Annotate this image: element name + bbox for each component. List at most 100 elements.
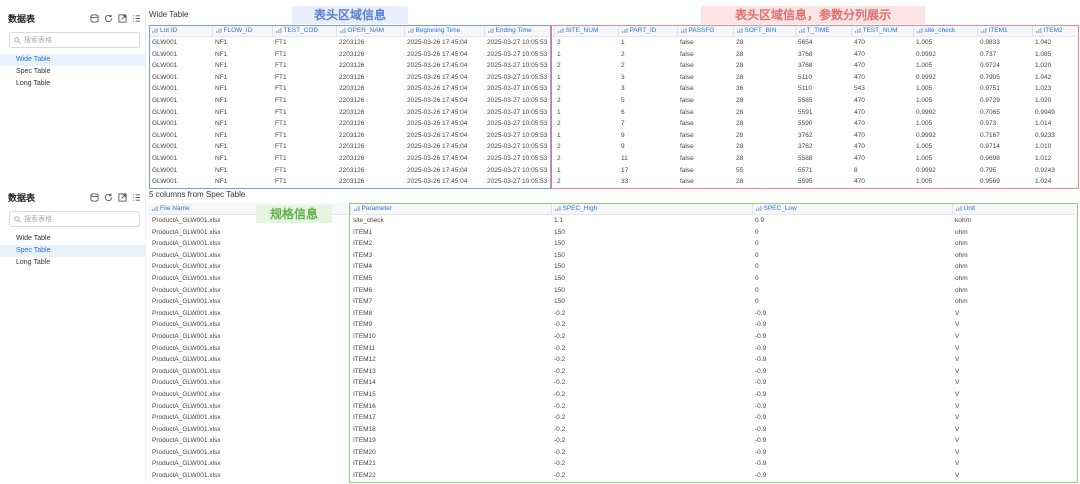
search-input[interactable]: 搜索表格 bbox=[9, 32, 140, 48]
table-row[interactable]: GLW001 NF1 FT1 2203126 2025-03-26 17:45:04 20… bbox=[149, 141, 1075, 153]
column-header[interactable]: SOFT_BIN bbox=[732, 25, 795, 37]
table-row[interactable]: ProductA_GLW001.xlsx ITEM1 150 0 ohm bbox=[149, 227, 1075, 239]
table-row[interactable]: ProductA_GLW001.xlsx ITEM5 150 0 ohm bbox=[149, 273, 1075, 285]
table-cell: FT1 bbox=[275, 50, 287, 58]
table-cell: NF1 bbox=[215, 131, 228, 139]
table-row[interactable]: GLW001 NF1 FT1 2203126 2025-03-26 17:45:04 20… bbox=[149, 176, 1075, 188]
table-cell: 2025-03-26 17:45:04 bbox=[407, 62, 468, 70]
column-header[interactable]: SITE_NUM bbox=[553, 25, 618, 37]
table-cell: ohm bbox=[955, 228, 968, 236]
table-row[interactable]: GLW001 NF1 FT1 2203126 2025-03-26 17:45:04 20… bbox=[149, 95, 1075, 107]
table-cell: 0 bbox=[755, 240, 759, 248]
table-cell: GLW001 bbox=[152, 143, 178, 151]
table-row[interactable]: GLW001 NF1 FT1 2203126 2025-03-26 17:45:04 20… bbox=[149, 60, 1075, 72]
column-type-icon bbox=[621, 27, 628, 33]
database-icon[interactable] bbox=[90, 192, 99, 202]
column-header[interactable]: TEST_NUM bbox=[850, 25, 913, 37]
export-icon[interactable] bbox=[118, 192, 127, 202]
table-row[interactable]: GLW001 NF1 FT1 2203126 2025-03-26 17:45:04 20… bbox=[149, 37, 1075, 49]
table-cell: 28 bbox=[736, 50, 744, 58]
sidebar-item-wide-table[interactable]: Wide Table bbox=[0, 233, 145, 245]
table-cell: false bbox=[680, 39, 694, 46]
export-icon[interactable] bbox=[118, 13, 127, 23]
list-settings-icon[interactable] bbox=[132, 14, 141, 23]
table-cell: 470 bbox=[854, 50, 865, 58]
table-row[interactable]: ProductA_GLW001.xlsx ITEM19 -0.2 -0.9 V bbox=[149, 435, 1075, 447]
table-cell: GLW001 bbox=[152, 62, 178, 70]
table-row[interactable]: GLW001 NF1 FT1 2203126 2025-03-26 17:45:04 20… bbox=[149, 130, 1075, 142]
table-row[interactable]: ProductA_GLW001.xlsx ITEM15 -0.2 -0.9 V bbox=[149, 389, 1075, 401]
search-input[interactable]: 搜索表格 bbox=[9, 211, 140, 227]
table-cell: 2 bbox=[557, 62, 561, 70]
column-header[interactable]: site_check bbox=[912, 25, 977, 37]
table-row[interactable]: ProductA_GLW001.xlsx ITEM11 -0.2 -0.9 V bbox=[149, 343, 1075, 355]
table-row[interactable]: ProductA_GLW001.xlsx ITEM20 -0.2 -0.9 V bbox=[149, 447, 1075, 459]
table-row[interactable]: ProductA_GLW001.xlsx ITEM7 150 0 ohm bbox=[149, 296, 1075, 308]
table-row[interactable]: GLW001 NF1 FT1 2203126 2025-03-26 17:45:04 20… bbox=[149, 153, 1075, 165]
sidebar-item-long-table[interactable]: Long Table bbox=[0, 257, 145, 269]
column-header[interactable]: OPER_NAM bbox=[335, 25, 404, 37]
table-cell: ProductA_GLW001.xlsx bbox=[152, 344, 221, 352]
column-header[interactable]: PASSFG bbox=[676, 25, 733, 37]
table-row[interactable]: ProductA_GLW001.xlsx ITEM21 -0.2 -0.9 V bbox=[149, 458, 1075, 470]
table-row[interactable]: ProductA_GLW001.xlsx ITEM9 -0.2 -0.9 V bbox=[149, 319, 1075, 331]
sidebar-item-long-table[interactable]: Long Table bbox=[0, 78, 145, 90]
search-placeholder: 搜索表格 bbox=[24, 37, 52, 44]
table-row[interactable]: ProductA_GLW001.xlsx ITEM10 -0.2 -0.9 V bbox=[149, 331, 1075, 343]
table-cell: ITEM12 bbox=[353, 356, 376, 364]
column-header[interactable]: T_TIME bbox=[794, 25, 851, 37]
column-header[interactable]: ITEM1 bbox=[976, 25, 1032, 37]
column-header-label: Ending Time bbox=[495, 27, 532, 34]
column-type-icon bbox=[353, 205, 360, 211]
table-row[interactable]: GLW001 NF1 FT1 2203126 2025-03-26 17:45:04 20… bbox=[149, 49, 1075, 61]
table-cell: 150 bbox=[554, 274, 565, 282]
column-header[interactable]: PART_ID bbox=[617, 25, 677, 37]
column-header[interactable]: Ending Time bbox=[483, 25, 554, 37]
column-header[interactable]: Beginning Time bbox=[403, 25, 484, 37]
sidebar-divider bbox=[145, 8, 146, 482]
table-row[interactable]: ProductA_GLW001.xlsx ITEM8 -0.2 -0.9 V bbox=[149, 308, 1075, 320]
table-cell: ohm bbox=[955, 286, 968, 294]
table-row[interactable]: ProductA_GLW001.xlsx ITEM22 -0.2 -0.9 V bbox=[149, 470, 1075, 482]
sidebar-item-wide-table[interactable]: Wide Table bbox=[0, 54, 145, 66]
table-cell: 5110 bbox=[798, 85, 812, 93]
table-row[interactable]: ProductA_GLW001.xlsx ITEM13 -0.2 -0.9 V bbox=[149, 366, 1075, 378]
column-header[interactable]: ITEM2 bbox=[1031, 25, 1075, 37]
database-icon[interactable] bbox=[90, 13, 99, 23]
table-row[interactable]: GLW001 NF1 FT1 2203126 2025-03-26 17:45:04 20… bbox=[149, 107, 1075, 119]
column-header[interactable]: FLOW_ID bbox=[211, 25, 272, 37]
table-row[interactable]: ProductA_GLW001.xlsx ITEM4 150 0 ohm bbox=[149, 261, 1075, 273]
column-header[interactable]: SPEC_High bbox=[550, 203, 752, 215]
table-row[interactable]: GLW001 NF1 FT1 2203126 2025-03-26 17:45:04 20… bbox=[149, 72, 1075, 84]
table-row[interactable]: ProductA_GLW001.xlsx ITEM16 -0.2 -0.9 V bbox=[149, 401, 1075, 413]
refresh-icon[interactable] bbox=[104, 14, 113, 23]
table-row[interactable]: ProductA_GLW001.xlsx ITEM3 150 0 ohm bbox=[149, 250, 1075, 262]
table-row[interactable]: GLW001 NF1 FT1 2203126 2025-03-26 17:45:04 20… bbox=[149, 118, 1075, 130]
table-cell: ProductA_GLW001.xlsx bbox=[152, 251, 221, 259]
search-icon bbox=[14, 36, 21, 44]
sidebar-item-spec-table[interactable]: Spec Table bbox=[0, 66, 145, 78]
column-header[interactable]: TEST_COD bbox=[271, 25, 336, 37]
table-row[interactable]: ProductA_GLW001.xlsx ITEM18 -0.2 -0.9 V bbox=[149, 424, 1075, 436]
table-cell: 2203126 bbox=[339, 73, 365, 81]
table-row[interactable]: ProductA_GLW001.xlsx ITEM12 -0.2 -0.9 V bbox=[149, 354, 1075, 366]
refresh-icon[interactable] bbox=[104, 193, 113, 202]
table-row[interactable]: GLW001 NF1 FT1 2203126 2025-03-26 17:45:04 20… bbox=[149, 83, 1075, 95]
table-row[interactable]: ProductA_GLW001.xlsx ITEM6 150 0 ohm bbox=[149, 285, 1075, 297]
column-header-label: ITEM1 bbox=[988, 27, 1008, 34]
table-row[interactable]: ProductA_GLW001.xlsx ITEM17 -0.2 -0.9 V bbox=[149, 412, 1075, 424]
column-header[interactable]: Unit bbox=[951, 203, 1075, 215]
table-cell: GLW001 bbox=[152, 50, 178, 58]
table-row[interactable]: ProductA_GLW001.xlsx ITEM2 150 0 ohm bbox=[149, 238, 1075, 250]
column-header[interactable]: SPEC_Low bbox=[751, 203, 952, 215]
sidebar-item-spec-table[interactable]: Spec Table bbox=[0, 245, 145, 257]
list-settings-icon[interactable] bbox=[132, 193, 141, 202]
column-header[interactable]: Parameter bbox=[349, 203, 551, 215]
table-cell: 1.042 bbox=[1035, 73, 1052, 81]
table-cell: NF1 bbox=[215, 73, 228, 81]
table-row[interactable]: GLW001 NF1 FT1 2203126 2025-03-26 17:45:04 20… bbox=[149, 165, 1075, 177]
column-type-icon bbox=[798, 27, 805, 33]
column-header[interactable]: Lot ID bbox=[149, 25, 212, 37]
table-cell: V bbox=[955, 321, 960, 329]
table-row[interactable]: ProductA_GLW001.xlsx ITEM14 -0.2 -0.9 V bbox=[149, 377, 1075, 389]
